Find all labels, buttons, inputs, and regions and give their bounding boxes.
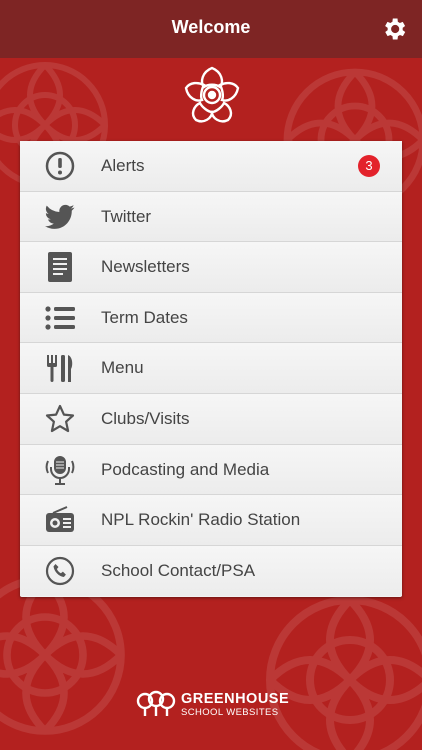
menu-item-podcasting[interactable]: Podcasting and Media [20, 444, 402, 496]
menu-item-label: Alerts [101, 156, 145, 175]
header-bar: Welcome [0, 0, 422, 58]
menu-item-newsletters[interactable]: Newsletters [20, 242, 402, 293]
school-crest-logo [184, 66, 240, 123]
star-icon [44, 404, 76, 434]
rose-pattern-icon [266, 596, 422, 750]
menu-item-label: Clubs/Visits [101, 408, 190, 428]
alert-count-badge: 3 [358, 155, 380, 177]
menu-item-label: Newsletters [101, 257, 190, 277]
greenhouse-logo-icon [136, 690, 176, 716]
menu-item-alerts[interactable]: Alerts 3 [20, 141, 402, 192]
menu-item-clubs-visits[interactable]: Clubs/Visits [20, 393, 402, 445]
twitter-icon [44, 202, 76, 232]
menu-item-term-dates[interactable]: Term Dates [20, 292, 402, 344]
document-icon [44, 252, 76, 283]
menu-item-twitter[interactable]: Twitter [20, 191, 402, 243]
menu-item-label: Podcasting and Media [101, 459, 270, 479]
page-title: Welcome [171, 17, 251, 37]
footer-brand-name: GREENHOUSE [181, 691, 290, 707]
menu-item-label: Twitter [101, 206, 152, 226]
menu-item-label: Menu [101, 358, 144, 378]
alert-icon [44, 151, 76, 181]
menu-item-label: Term Dates [101, 307, 188, 327]
footer-branding: GREENHOUSE SCHOOL WEBSITES [0, 690, 422, 720]
gear-icon[interactable] [380, 15, 408, 43]
main-menu: Alerts 3 Twitter Newsletters Term Dates … [20, 141, 402, 597]
menu-item-radio-station[interactable]: NPL Rockin' Radio Station [20, 495, 402, 546]
menu-item-menu[interactable]: Menu [20, 343, 402, 394]
radio-icon [44, 505, 76, 535]
menu-item-label: School Contact/PSA [101, 560, 256, 580]
list-icon [44, 303, 76, 333]
microphone-icon [44, 455, 76, 485]
menu-item-school-contact[interactable]: School Contact/PSA [20, 545, 402, 597]
phone-icon [44, 556, 76, 586]
footer-brand-subtitle: SCHOOL WEBSITES [181, 707, 279, 718]
cutlery-icon [44, 353, 76, 383]
menu-item-label: NPL Rockin' Radio Station [101, 510, 301, 530]
